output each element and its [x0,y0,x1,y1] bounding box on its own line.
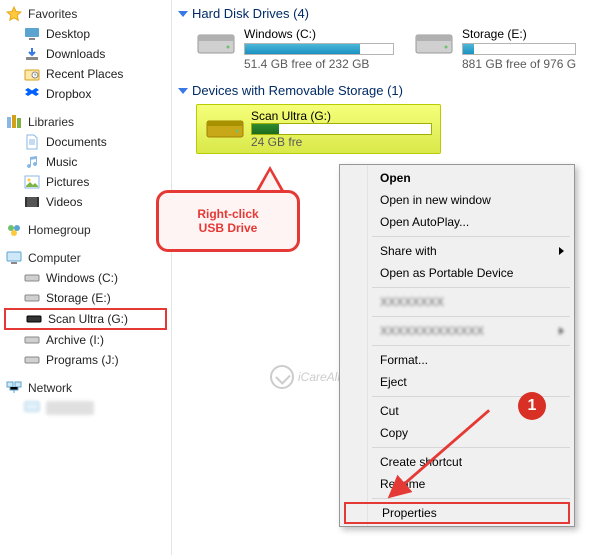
removable-drive-icon [205,115,245,143]
sidebar-item-downloads[interactable]: Downloads [0,44,171,64]
drive-info: 881 GB free of 976 G [462,57,576,71]
removable-section-header[interactable]: Devices with Removable Storage (1) [178,83,587,98]
music-icon [24,154,40,170]
ctx-open-new-window[interactable]: Open in new window [342,189,572,211]
context-menu: Open Open in new window Open AutoPlay...… [339,164,575,527]
sidebar-item-drive-g[interactable]: Scan Ultra (G:) [4,308,167,330]
drive-icon [26,311,42,327]
homegroup-icon [6,222,22,238]
sidebar-item-pictures[interactable]: Pictures [0,172,171,192]
ctx-copy[interactable]: Copy [342,422,572,444]
drive-c[interactable]: Windows (C:) 51.4 GB free of 232 GB [196,27,394,71]
homegroup-header[interactable]: Homegroup [0,222,171,240]
favorites-header[interactable]: Favorites [0,6,171,24]
ctx-open-portable[interactable]: Open as Portable Device [342,262,572,284]
ctx-eject[interactable]: Eject [342,371,572,393]
collapse-arrow-icon [178,88,188,94]
dropbox-icon [24,86,40,102]
desktop-icon [24,26,40,42]
drive-info: 24 GB fre [251,135,302,149]
document-icon [24,134,40,150]
computer-icon [24,400,40,416]
ctx-properties[interactable]: Properties [344,502,570,524]
callout-instruction: Right-clickUSB Drive [156,190,300,252]
ctx-open[interactable]: Open [342,167,572,189]
sidebar-item-desktop[interactable]: Desktop [0,24,171,44]
picture-icon [24,174,40,190]
drive-e[interactable]: Storage (E:) 881 GB free of 976 G [414,27,576,71]
sidebar-item-drive-e[interactable]: Storage (E:) [0,288,171,308]
usage-bar [251,123,432,135]
sidebar-item-recent[interactable]: Recent Places [0,64,171,84]
hdd-icon [414,27,454,59]
sidebar-item-drive-c[interactable]: Windows (C:) [0,268,171,288]
drive-icon [24,270,40,286]
ctx-item-hidden[interactable]: XXXXXXXXXXXXX [342,320,572,342]
download-icon [24,46,40,62]
sidebar-item-drive-i[interactable]: Archive (I:) [0,330,171,350]
ctx-share-with[interactable]: Share with [342,240,572,262]
hdd-icon [196,27,236,59]
removable-drive-g[interactable]: Scan Ultra (G:) 24 GB fre [196,104,441,154]
computer-header[interactable]: Computer [0,250,171,268]
drive-icon [24,332,40,348]
sidebar-item-music[interactable]: Music [0,152,171,172]
ctx-format[interactable]: Format... [342,349,572,371]
drive-info: 51.4 GB free of 232 GB [244,57,394,71]
libraries-icon [6,114,22,130]
usage-bar [244,43,394,55]
sidebar-item-videos[interactable]: Videos [0,192,171,212]
usage-bar [462,43,576,55]
libraries-header[interactable]: Libraries [0,114,171,132]
drive-name: Windows (C:) [244,27,394,41]
hd-section-header[interactable]: Hard Disk Drives (4) [178,6,587,21]
video-icon [24,194,40,210]
star-icon [6,6,22,22]
ctx-create-shortcut[interactable]: Create shortcut [342,451,572,473]
drive-icon [24,290,40,306]
collapse-arrow-icon [178,11,188,17]
network-icon [6,380,22,396]
recent-icon [24,66,40,82]
step-badge-1: 1 [518,392,546,420]
drive-icon [24,352,40,368]
drive-name: Scan Ultra (G:) [251,109,331,123]
sidebar-item-dropbox[interactable]: Dropbox [0,84,171,104]
ctx-item-hidden[interactable]: XXXXXXXX [342,291,572,313]
sidebar: Favorites Desktop Downloads Recent Place… [0,0,172,555]
drive-name: Storage (E:) [462,27,576,41]
network-header[interactable]: Network [0,380,171,398]
ctx-rename[interactable]: Rename [342,473,572,495]
computer-icon [6,250,22,266]
ctx-open-autoplay[interactable]: Open AutoPlay... [342,211,572,233]
sidebar-item-documents[interactable]: Documents [0,132,171,152]
sidebar-item-drive-j[interactable]: Programs (J:) [0,350,171,370]
network-computer-item[interactable]: XXXXXX [0,398,171,418]
